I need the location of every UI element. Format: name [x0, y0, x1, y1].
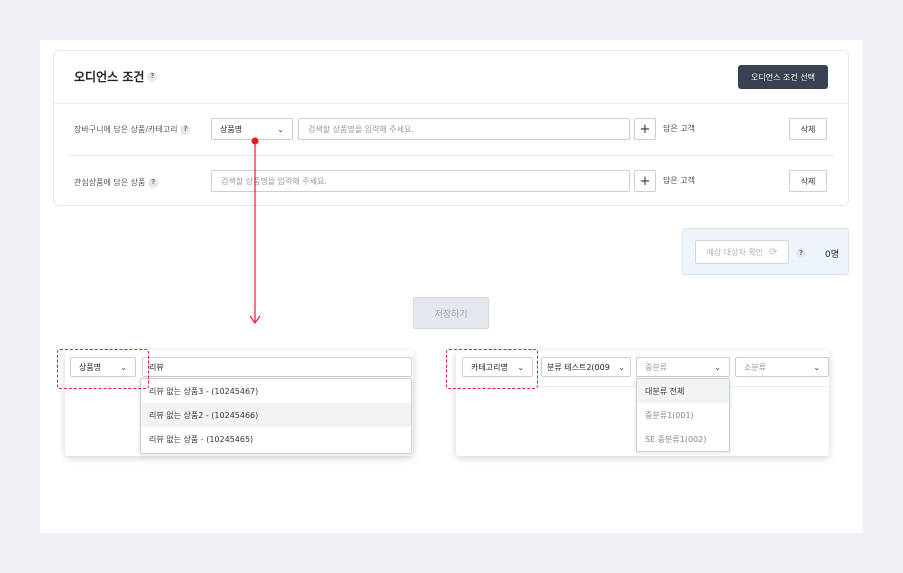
- product-result-item[interactable]: 리뷰 없는 상품3 - (10245467): [141, 379, 411, 403]
- cart-type-select-value: 상품명: [220, 124, 243, 134]
- product-result-item[interactable]: 리뷰 없는 상품2 - (10245466): [141, 403, 411, 427]
- help-icon[interactable]: ?: [148, 177, 159, 188]
- example-product-search-input[interactable]: 리뷰: [142, 357, 412, 377]
- delete-cart-condition-button[interactable]: 삭제: [789, 118, 827, 140]
- help-icon[interactable]: ?: [147, 71, 158, 82]
- audience-condition-card: 오디언스 조건 ? 오디언스 조건 선택 장바구니에 담은 상품/카테고리 ? …: [53, 50, 849, 206]
- medium-category-select[interactable]: 중분류 ⌄: [636, 357, 730, 377]
- annotation-arrow: [249, 137, 261, 325]
- highlight-box: [446, 349, 538, 389]
- save-button[interactable]: 저장하기: [413, 297, 489, 329]
- help-icon[interactable]: ?: [796, 248, 806, 258]
- medium-category-placeholder: 중분류: [645, 362, 668, 372]
- medium-category-dropdown: 대분류 전체 중분류1(001) SE 중분류1(002): [636, 378, 730, 452]
- small-category-placeholder: 소분류: [744, 362, 767, 372]
- plus-icon: +: [639, 121, 651, 137]
- delete-wishlist-condition-button[interactable]: 삭제: [789, 170, 827, 192]
- wishlist-suffix-text: 담은 고객: [663, 176, 695, 185]
- large-category-value: 분류 테스트2(009: [547, 362, 610, 372]
- add-wishlist-product-button[interactable]: +: [634, 170, 656, 192]
- add-cart-product-button[interactable]: +: [634, 118, 656, 140]
- wishlist-condition-label-text: 관심상품에 담은 상품: [74, 178, 146, 187]
- estimate-count: 0명: [825, 250, 840, 260]
- cart-condition-label: 장바구니에 담은 상품/카테고리 ?: [74, 124, 191, 135]
- small-category-select[interactable]: 소분류 ⌄: [735, 357, 829, 377]
- refresh-icon: ⟳: [769, 246, 778, 258]
- help-icon[interactable]: ?: [180, 124, 191, 135]
- chevron-down-icon: ⌄: [618, 362, 625, 372]
- category-option-item[interactable]: SE 중분류1(002): [637, 427, 729, 451]
- chevron-down-icon: ⌄: [813, 362, 820, 372]
- chevron-down-icon: ⌄: [277, 124, 284, 134]
- page-canvas: 오디언스 조건 ? 오디언스 조건 선택 장바구니에 담은 상품/카테고리 ? …: [40, 40, 863, 533]
- check-estimate-button[interactable]: 예상 대상자 확인 ⟳: [695, 240, 789, 264]
- product-results-dropdown: 리뷰 없는 상품3 - (10245467) 리뷰 없는 상품2 - (1024…: [140, 378, 412, 454]
- select-audience-condition-button[interactable]: 오디언스 조건 선택: [738, 65, 828, 89]
- category-option-item[interactable]: 중분류1(001): [637, 403, 729, 427]
- wishlist-condition-label: 관심상품에 담은 상품 ?: [74, 177, 159, 188]
- card-title-text: 오디언스 조건: [74, 70, 145, 84]
- check-estimate-label: 예상 대상자 확인: [706, 247, 764, 257]
- category-option-item[interactable]: 대분류 전체: [637, 379, 729, 403]
- estimate-panel: 예상 대상자 확인 ⟳ ? 0명: [682, 228, 849, 275]
- cart-condition-label-text: 장바구니에 담은 상품/카테고리: [74, 125, 178, 134]
- plus-icon: +: [639, 173, 651, 189]
- divider: [54, 103, 848, 104]
- card-title: 오디언스 조건 ?: [74, 68, 158, 85]
- screenshot-frame: 오디언스 조건 ? 오디언스 조건 선택 장바구니에 담은 상품/카테고리 ? …: [0, 0, 903, 573]
- large-category-select[interactable]: 분류 테스트2(009 ⌄: [541, 357, 631, 377]
- divider: [68, 155, 834, 156]
- highlight-box: [57, 349, 149, 389]
- cart-product-search-input[interactable]: 검색할 상품명을 입력해 주세요.: [298, 118, 630, 140]
- cart-suffix-text: 담은 고객: [663, 124, 695, 133]
- product-result-item[interactable]: 리뷰 없는 상품 - (10245465): [141, 427, 411, 451]
- wishlist-product-search-input[interactable]: 검색할 상품명을 입력해 주세요.: [211, 170, 630, 192]
- chevron-down-icon: ⌄: [714, 362, 721, 372]
